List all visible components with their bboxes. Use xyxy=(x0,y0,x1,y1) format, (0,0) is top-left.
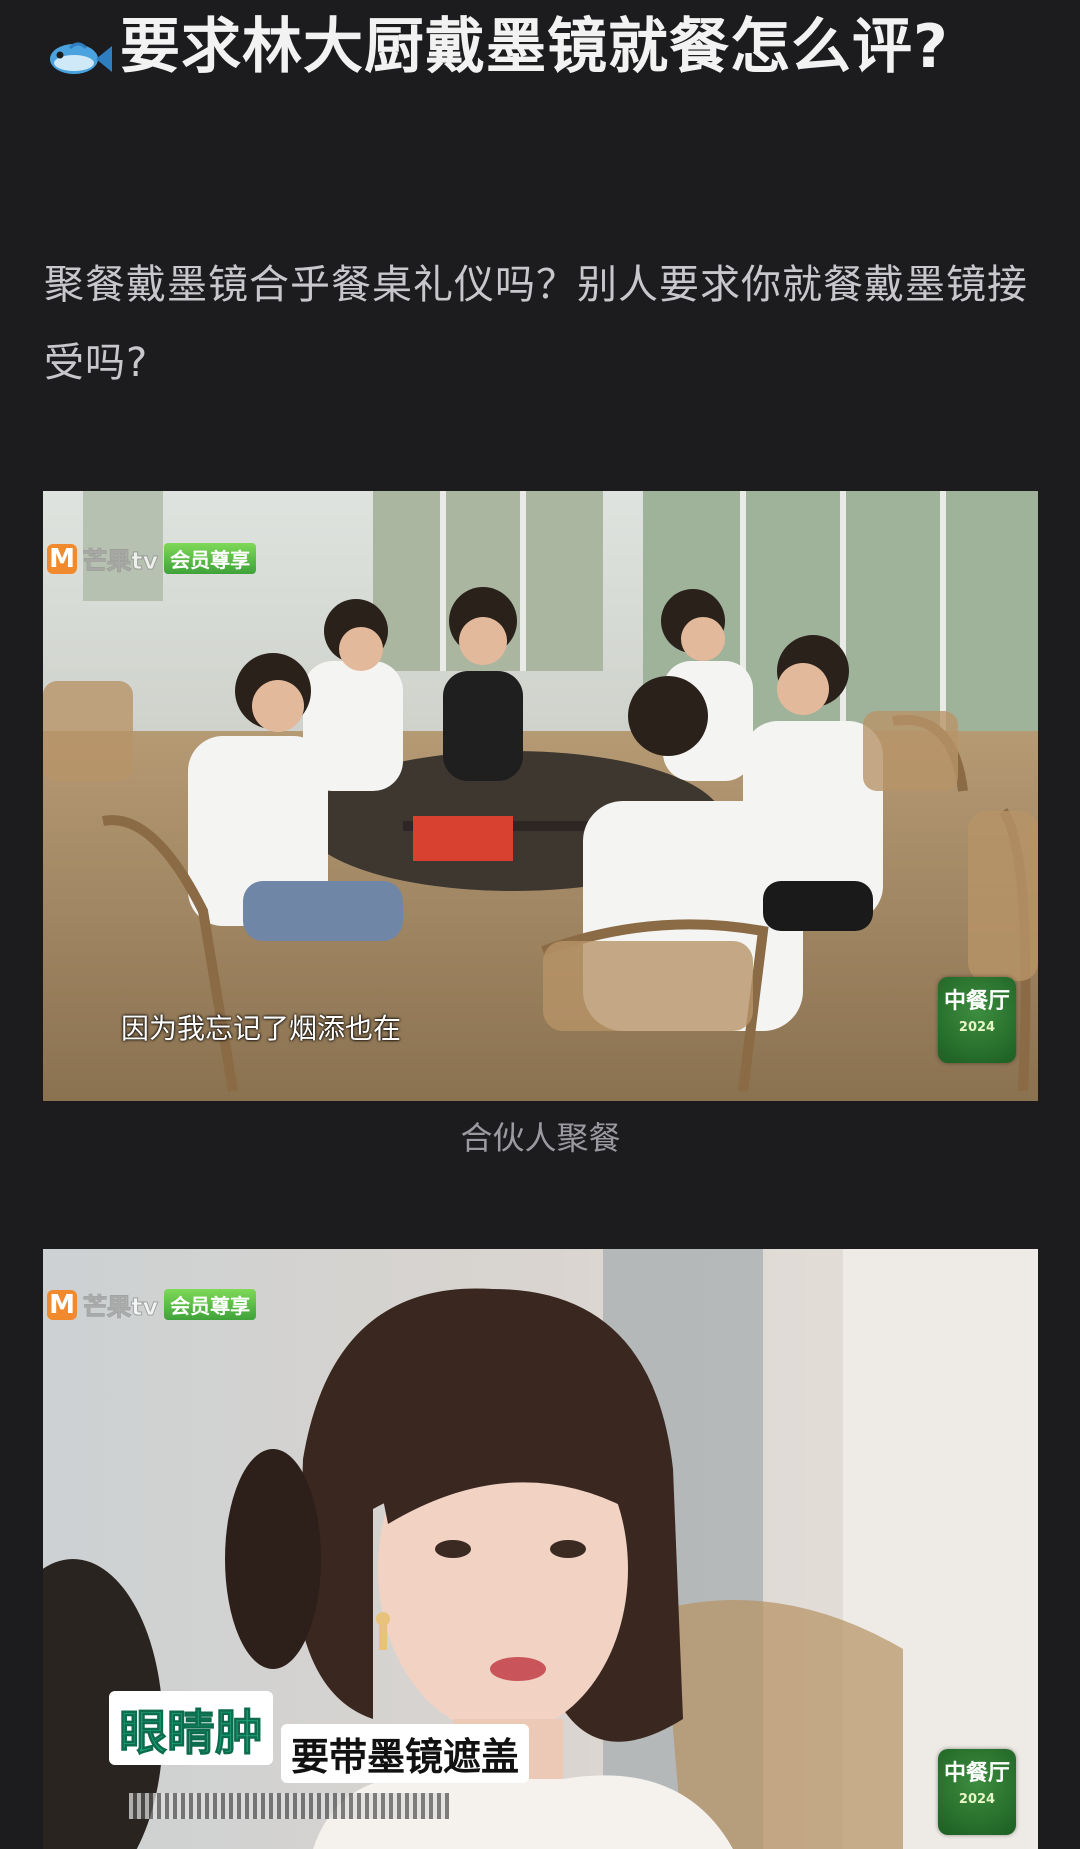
mango-tv-watermark: M 芒果tv 会员尊享 xyxy=(47,541,257,576)
post-image-2[interactable]: M 芒果tv 会员尊享 眼睛肿 要带墨镜遮盖 中餐厅 2024 xyxy=(43,1249,1038,1849)
video-overlay-caption: 眼睛肿 要带墨镜遮盖 xyxy=(109,1691,530,1783)
watermark-brand: 芒果tv xyxy=(82,1293,159,1322)
fish-icon xyxy=(44,21,114,75)
post-title: 要求林大厨戴墨镜就餐怎么评? xyxy=(44,6,1044,88)
post-image-1[interactable]: M 芒果tv 会员尊享 因为我忘记了烟添也在 中餐厅 2024 xyxy=(43,491,1038,1101)
show-logo-2: 中餐厅 2024 xyxy=(938,1749,1016,1835)
mango-tv-watermark-2: M 芒果tv 会员尊享 xyxy=(47,1287,257,1322)
show-logo-year: 2024 xyxy=(958,1792,996,1807)
mango-tv-logo-icon: M xyxy=(47,543,77,574)
video-subtitle: 因为我忘记了烟添也在 xyxy=(121,1012,402,1045)
mango-tv-logo-icon: M xyxy=(47,1289,77,1320)
post-title-text: 要求林大厨戴墨镜就餐怎么评? xyxy=(120,12,949,82)
post-body: 聚餐戴墨镜合乎餐桌礼仪吗？别人要求你就餐戴墨镜接受吗? xyxy=(44,262,1028,386)
censor-strip xyxy=(129,1793,449,1819)
overlay-subtitle: 要带墨镜遮盖 xyxy=(281,1724,530,1783)
image-caption: 合伙人聚餐 xyxy=(460,1119,621,1157)
overlay-title: 眼睛肿 xyxy=(109,1691,274,1765)
show-logo: 中餐厅 2024 xyxy=(938,977,1016,1063)
show-logo-text: 中餐厅 xyxy=(943,1761,1010,1786)
watermark-badge: 会员尊享 xyxy=(164,543,257,574)
post-page: 要求林大厨戴墨镜就餐怎么评? 聚餐戴墨镜合乎餐桌礼仪吗？别人要求你就餐戴墨镜接受… xyxy=(0,0,1080,1849)
show-logo-year: 2024 xyxy=(958,1020,996,1035)
watermark-badge: 会员尊享 xyxy=(164,1289,257,1320)
show-logo-text: 中餐厅 xyxy=(943,989,1010,1014)
watermark-brand: 芒果tv xyxy=(82,547,159,576)
